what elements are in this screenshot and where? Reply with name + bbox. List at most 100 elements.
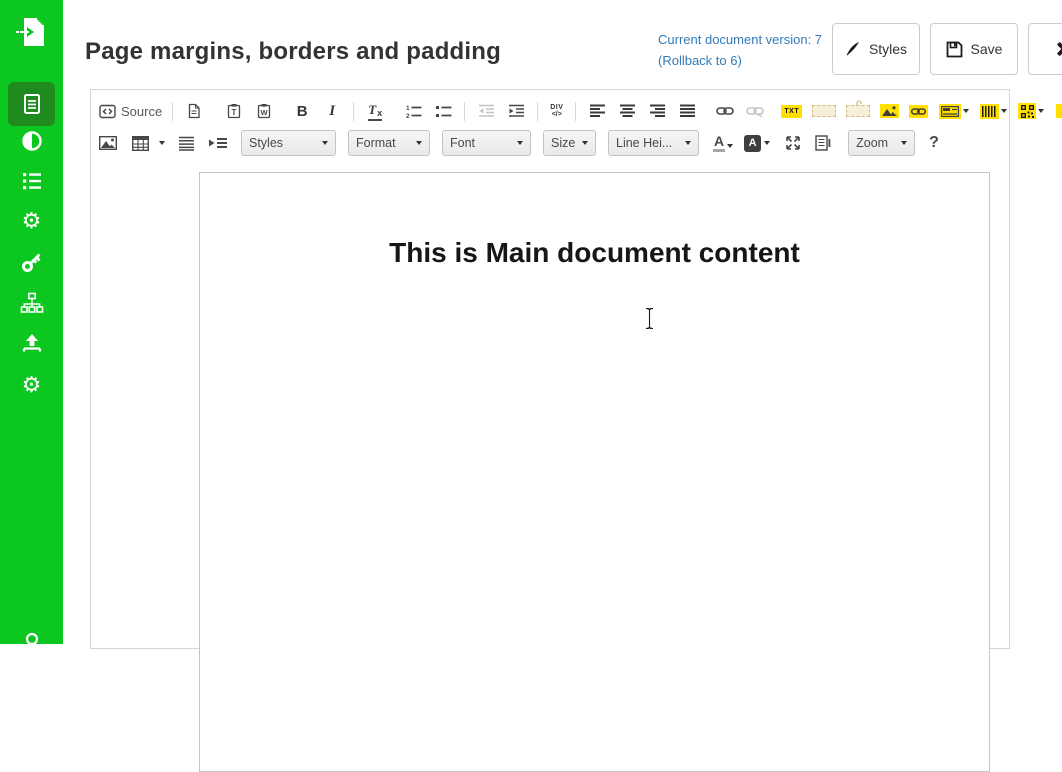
size-combo[interactable]: Size (543, 130, 596, 156)
image-field-button[interactable] (880, 104, 899, 118)
qrcode-icon (1021, 105, 1034, 118)
editor: Source T W B I (90, 89, 1010, 649)
sidebar: ⚙ ⚙ (0, 0, 63, 644)
line-spacing-icon (178, 136, 195, 151)
italic-button[interactable]: I (323, 102, 341, 120)
unlink-button[interactable] (746, 102, 764, 120)
maximize-button[interactable] (784, 134, 802, 152)
background-color-button[interactable]: A (736, 135, 776, 152)
insert-block-icon (208, 136, 228, 150)
rollback-link[interactable]: (Rollback to 6) (658, 50, 833, 71)
sidebar-item-upload[interactable] (0, 330, 63, 356)
insert-image-button[interactable] (99, 134, 117, 152)
insert-block-button[interactable] (207, 134, 229, 152)
qrcode-button[interactable] (1018, 103, 1036, 119)
sidebar-item-sitemap[interactable] (0, 290, 63, 316)
table-button[interactable] (129, 134, 151, 152)
page-title: Page margins, borders and padding (85, 38, 501, 66)
form-field-caret[interactable] (963, 109, 969, 113)
align-right-button[interactable] (648, 102, 666, 120)
font-combo[interactable]: Font (442, 130, 531, 156)
table-caret[interactable] (159, 141, 165, 145)
barcode-caret[interactable] (1001, 109, 1007, 113)
table-icon (132, 136, 149, 151)
align-center-button[interactable] (618, 102, 636, 120)
text-placeholder-button[interactable] (812, 105, 836, 117)
gear-icon: ⚙ (22, 374, 42, 396)
decrease-indent-button[interactable] (477, 102, 495, 120)
link-button[interactable] (716, 102, 734, 120)
chevron-down-icon (416, 141, 422, 145)
app-logo-icon[interactable] (0, 12, 63, 52)
save-icon (946, 41, 963, 58)
styles-button[interactable]: Styles (832, 23, 920, 75)
chevron-down-icon (582, 141, 588, 145)
user-icon (19, 630, 45, 656)
about-button[interactable]: ? (929, 134, 939, 152)
qrcode-caret[interactable] (1038, 109, 1044, 113)
bulleted-list-button[interactable] (434, 102, 452, 120)
version-text: Current document version: 7 (658, 29, 833, 50)
paste-as-text-button[interactable]: T (225, 102, 243, 120)
save-button[interactable]: Save (930, 23, 1018, 75)
sidebar-item-keys[interactable] (0, 248, 63, 276)
text-cursor-icon (644, 307, 655, 330)
chevron-down-icon (727, 144, 733, 148)
show-blocks-button[interactable] (814, 134, 832, 152)
format-combo[interactable]: Format (348, 130, 430, 156)
sidebar-item-list[interactable] (0, 168, 63, 194)
source-button-label: Source (121, 104, 162, 119)
increase-indent-button[interactable] (507, 102, 525, 120)
sidebar-item-preferences[interactable]: ⚙ (0, 371, 63, 399)
svg-text:1: 1 (406, 105, 410, 112)
toolbar-separator (464, 102, 465, 121)
document-version: Current document version: 7 (Rollback to… (658, 29, 833, 71)
paste-word-icon: W (256, 103, 272, 119)
document-page[interactable]: This is Main document content (199, 172, 990, 772)
remove-format-button[interactable]: Tx (366, 102, 384, 120)
form-field-button[interactable] (939, 104, 961, 119)
sidebar-item-documents[interactable] (8, 82, 55, 126)
toolbar-row-2: Styles Format Font Size Line Hei... A A (97, 130, 947, 156)
justify-button[interactable] (678, 102, 696, 120)
close-button[interactable] (1028, 23, 1062, 75)
sidebar-item-user[interactable] (0, 628, 63, 658)
anchor-placeholder-button[interactable] (846, 105, 870, 117)
unlink-icon (746, 105, 764, 117)
anchor-icon (856, 100, 863, 107)
source-button[interactable]: Source (99, 103, 162, 120)
link-field-button[interactable] (909, 105, 928, 118)
svg-text:W: W (261, 108, 269, 117)
styles-combo[interactable]: Styles (241, 130, 336, 156)
new-page-button[interactable] (185, 102, 203, 120)
text-field-button[interactable]: TXT (781, 105, 802, 118)
background-color-icon: A (744, 135, 761, 152)
formula-button[interactable]: $x (1056, 104, 1062, 118)
size-combo-label: Size (551, 136, 575, 150)
new-page-icon (186, 103, 202, 119)
save-button-label: Save (971, 41, 1003, 57)
toolbar-row-1: Source T W B I (97, 98, 1062, 124)
zoom-combo[interactable]: Zoom (848, 130, 915, 156)
show-blocks-icon (815, 135, 831, 151)
align-left-icon (589, 103, 606, 119)
paste-from-word-button[interactable]: W (255, 102, 273, 120)
numbered-list-button[interactable]: 1 2 (404, 102, 422, 120)
text-color-button[interactable]: A (713, 134, 733, 152)
numbered-list-icon: 1 2 (405, 103, 422, 119)
div-container-button[interactable]: DIV </> (550, 104, 563, 118)
bold-button[interactable]: B (293, 102, 311, 120)
line-spacing-button[interactable] (177, 134, 195, 152)
sidebar-item-contrast[interactable] (0, 128, 63, 154)
align-left-button[interactable] (588, 102, 606, 120)
sidebar-item-settings[interactable]: ⚙ (0, 207, 63, 235)
form-icon (941, 106, 959, 117)
line-height-combo[interactable]: Line Hei... (608, 130, 699, 156)
toolbar-separator (575, 102, 576, 121)
chain-icon (911, 107, 926, 116)
barcode-button[interactable] (980, 104, 999, 119)
svg-text:T: T (232, 108, 237, 117)
document-heading: This is Main document content (200, 237, 989, 269)
pen-icon (845, 41, 861, 57)
line-height-combo-label: Line Hei... (616, 136, 672, 150)
